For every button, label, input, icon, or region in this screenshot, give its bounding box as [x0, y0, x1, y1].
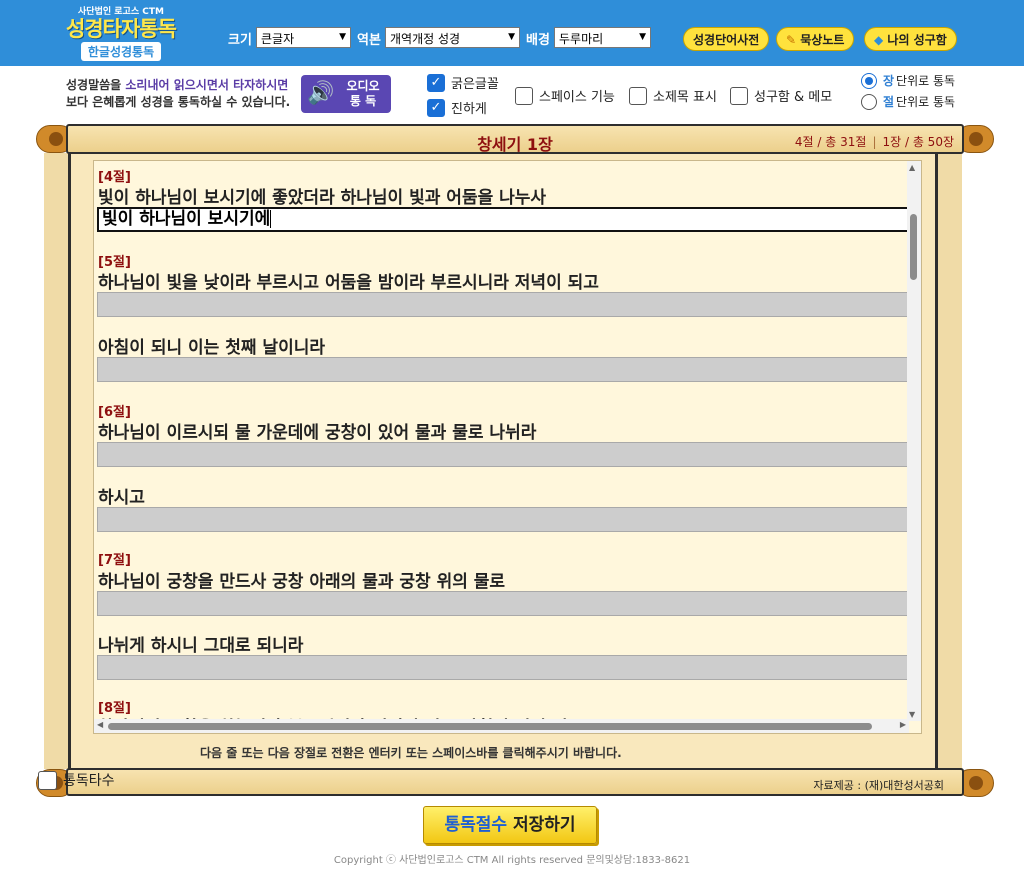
vertical-scroll-thumb[interactable] [910, 214, 917, 280]
space-feature-label: 스페이스 기능 [539, 90, 615, 105]
radio-chapter-unit[interactable]: 장 단위로 통독 [861, 72, 955, 89]
logo-subtitle: 한글성경통독 [80, 42, 162, 61]
typed-text: 빛이 하나님이 보시기에 [102, 209, 271, 229]
darker-checkbox[interactable]: ✓ 진하게 [427, 98, 487, 117]
bookmark-icon: ◆ [874, 33, 884, 47]
horizontal-scroll-thumb[interactable] [108, 723, 872, 730]
verse-memo-label: 성구함 & 메모 [754, 90, 833, 105]
background-label: 배경 [526, 33, 550, 48]
background-select-value: 두루마리 [559, 32, 604, 46]
verse-line: 나뉘게 하시니 그대로 되니라 [98, 636, 304, 656]
subtitle-show-checkbox[interactable]: 소제목 표시 [629, 86, 717, 105]
version-select[interactable]: 개역개정 성경 ▼ [385, 27, 520, 48]
scroll-up-icon[interactable]: ▲ [909, 163, 915, 172]
bible-dictionary-label: 성경단어사전 [693, 33, 760, 47]
chevron-down-icon: ▼ [508, 32, 515, 42]
scroll-down-icon[interactable]: ▼ [909, 710, 915, 719]
scroll-top-bar: 창세기 1장 4절 / 총 31절 | 1장 / 총 50장 [36, 122, 994, 156]
verse-line: 하나님이 이르시되 물 가운데에 궁창이 있어 물과 물로 나뉘라 [98, 423, 537, 443]
horizontal-scrollbar[interactable]: ◀ ▶ [94, 719, 909, 733]
radio-selected-icon [861, 72, 877, 89]
darker-label: 진하게 [451, 102, 487, 117]
meditation-notes-label: 묵상노트 [800, 33, 845, 47]
source-credit: 자료제공 : (재)대한성서공회 [813, 779, 944, 792]
audio-text-line2: 보다 은혜롭게 성경을 통독하실 수 있습니다. [66, 95, 291, 109]
audio-button-label-1: 오디오 [346, 79, 380, 93]
verse-line: 하나님이 궁창을 만드사 궁창 아래의 물과 궁창 위의 물로 [98, 572, 506, 592]
verse-line: 빛이 하나님이 보시기에 좋았더라 하나님이 빛과 어둠을 나누사 [98, 188, 547, 208]
radio-chapter-label: 단위로 통독 [896, 74, 956, 88]
tongdok-label: 통독타수 [63, 773, 115, 789]
version-label: 역본 [357, 33, 381, 48]
background-select[interactable]: 두루마리 ▼ [554, 27, 651, 48]
verse-line: 아침이 되니 이는 첫째 날이니라 [98, 338, 325, 358]
checkmark-icon: ✓ [427, 98, 445, 117]
copyright: Copyright ⓒ 사단법인로고스 CTM All rights reser… [333, 855, 691, 866]
audio-text-highlight: 소리내어 읽으시면서 타자하시면 [125, 78, 289, 92]
space-feature-checkbox[interactable]: 스페이스 기능 [515, 86, 615, 105]
scroll-edge-right [936, 153, 962, 769]
typing-input[interactable] [97, 655, 910, 680]
radio-chapter-key: 장 [883, 74, 895, 88]
speaker-icon: 🔊 [307, 81, 335, 106]
radio-empty-icon [861, 93, 877, 110]
verse-line: 하나님이 빛을 낮이라 부르시고 어둠을 밤이라 부르시니라 저녁이 되고 [98, 273, 599, 293]
save-button-highlight: 통독절수 [444, 815, 508, 835]
scroll-right-icon[interactable]: ▶ [900, 720, 906, 729]
my-verses-label: 나의 성구함 [887, 33, 947, 47]
vertical-scrollbar[interactable]: ▲ ▼ [907, 161, 921, 721]
checkbox-empty-icon [515, 86, 533, 105]
checkbox-empty-icon [629, 86, 647, 105]
verse-count: 4절 / 총 31절 [794, 135, 867, 149]
chevron-down-icon: ▼ [639, 32, 646, 42]
radio-verse-label: 단위로 통독 [896, 95, 956, 109]
typing-input[interactable] [97, 507, 910, 532]
bold-font-checkbox[interactable]: ✓ 굵은글꼴 [427, 73, 499, 92]
size-select-value: 큰글자 [261, 32, 295, 46]
typing-area: [4절] 빛이 하나님이 보시기에 좋았더라 하나님이 빛과 어둠을 나누사 빛… [93, 160, 922, 734]
typing-input-active[interactable]: 빛이 하나님이 보시기에 [97, 207, 910, 232]
chapter-count: 1장 / 총 50장 [882, 135, 954, 149]
verse-memo-checkbox[interactable]: 성구함 & 메모 [730, 86, 832, 105]
version-select-value: 개역개정 성경 [390, 32, 461, 46]
tongdok-checkbox[interactable]: 통독타수 [38, 770, 115, 790]
save-button-label: 저장하기 [507, 815, 576, 835]
my-verses-button[interactable]: ◆ 나의 성구함 [864, 27, 957, 51]
hint-text: 다음 줄 또는 다음 장절로 전환은 엔터키 또는 스페이스바를 클릭해주시기 … [200, 746, 622, 760]
bible-dictionary-button[interactable]: 성경단어사전 [683, 27, 770, 51]
scroll-left-icon[interactable]: ◀ [97, 720, 103, 729]
top-header: 사단법인 로고스 CTM 성경타자통독 한글성경통독 크기 큰글자 ▼ 역본 개… [0, 0, 1024, 66]
logo-title: 성경타자통독 [66, 17, 177, 41]
radio-verse-unit[interactable]: 절 단위로 통독 [861, 93, 955, 110]
save-progress-button[interactable]: 통독절수 저장하기 [423, 806, 597, 844]
pencil-icon: ✎ [786, 33, 797, 47]
verse-line: 하시고 [98, 488, 145, 508]
checkbox-empty-icon [38, 770, 57, 790]
audio-button-label-2: 통 독 [349, 94, 377, 108]
chevron-down-icon: ▼ [339, 32, 346, 42]
typing-input[interactable] [97, 292, 910, 317]
checkmark-icon: ✓ [427, 73, 445, 92]
size-select[interactable]: 큰글자 ▼ [256, 27, 351, 48]
scroll-edge-left [44, 153, 70, 769]
audio-text-part: 성경말씀을 [66, 78, 126, 92]
checkbox-empty-icon [730, 86, 748, 105]
audio-description: 성경말씀을 소리내어 읽으시면서 타자하시면 보다 은혜롭게 성경을 통독하실 … [66, 77, 290, 111]
radio-verse-key: 절 [883, 95, 895, 109]
typing-input[interactable] [97, 357, 910, 382]
meditation-notes-button[interactable]: ✎ 묵상노트 [776, 27, 855, 51]
typing-input[interactable] [97, 442, 910, 467]
bold-font-label: 굵은글꼴 [451, 77, 499, 92]
size-label: 크기 [228, 33, 252, 48]
text-caret [270, 210, 272, 228]
logo[interactable]: 사단법인 로고스 CTM 성경타자통독 한글성경통독 [62, 4, 180, 61]
subtitle-show-label: 소제목 표시 [653, 90, 717, 105]
verse-number: [7절] [98, 553, 131, 568]
logo-org: 사단법인 로고스 CTM [78, 7, 164, 17]
typing-input[interactable] [97, 591, 910, 616]
verse-position-info: 4절 / 총 31절 | 1장 / 총 50장 [794, 135, 954, 149]
audio-read-button[interactable]: 🔊 오디오 통 독 [301, 75, 391, 113]
